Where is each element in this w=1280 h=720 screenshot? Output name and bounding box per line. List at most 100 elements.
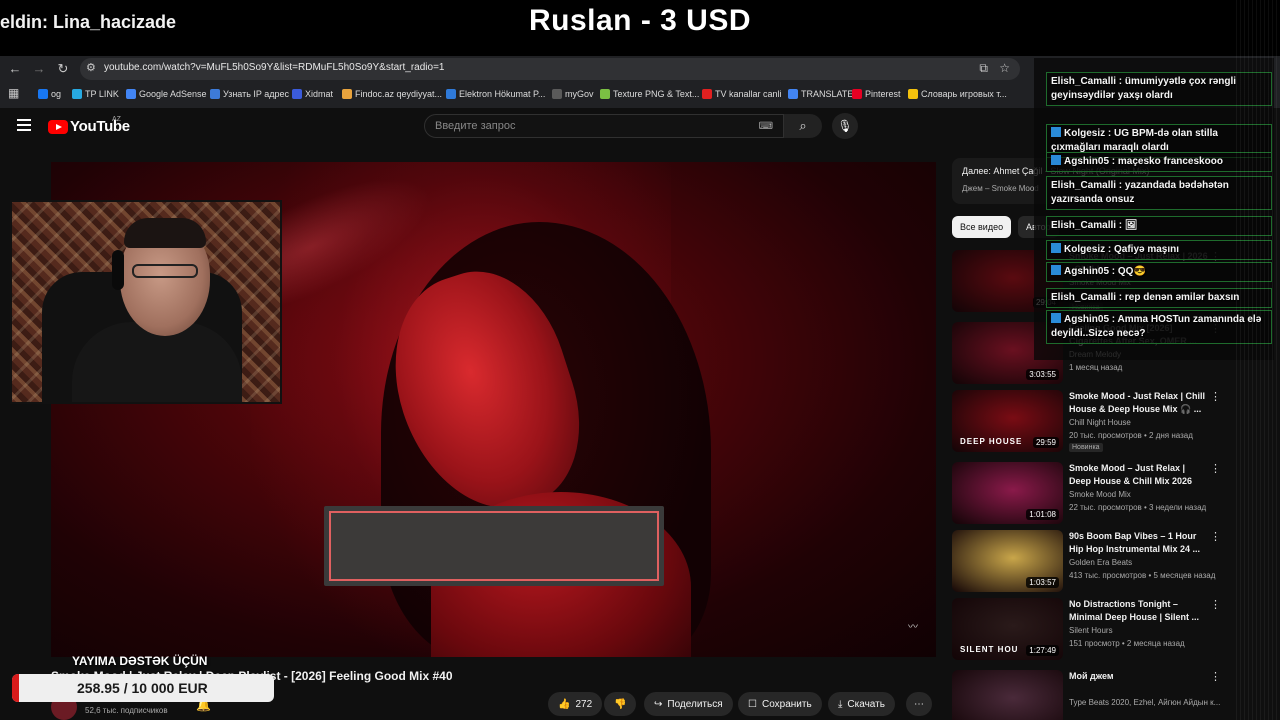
bookmark-item[interactable]: og (38, 87, 61, 101)
share-icon: ↪ (654, 698, 663, 710)
address-bar[interactable]: ⚙ youtube.com/watch?v=MuFL5h0So9Y&list=R… (80, 58, 1020, 80)
bookmark-favicon-icon (852, 89, 862, 99)
recommendation-title: No Distractions Tonight – Minimal Deep H… (1069, 599, 1200, 622)
recommendation-item[interactable]: Мой джем Type Beats 2020, Ezhel, Айгюн Ай… (952, 670, 1272, 720)
recommendation-item[interactable]: 1:01:08 Smoke Mood – Just Relax | Deep Ho… (952, 462, 1272, 526)
chat-message-text: Agshin05 : Amma HOSTun zamanında elə dey… (1051, 314, 1262, 339)
address-url[interactable]: youtube.com/watch?v=MuFL5h0So9Y&list=RDM… (104, 62, 444, 73)
dislike-button[interactable]: 👎 (604, 692, 637, 716)
forward-button[interactable]: → (30, 60, 48, 78)
video-duration: 1:27:49 (1026, 645, 1059, 656)
chat-message-text: Kolgesiz : Qafiyə maşını (1064, 244, 1180, 255)
recommendation-meta: 413 тыс. просмотров • 5 месяцев назад (1069, 571, 1216, 580)
download-button[interactable]: ⤓ Скачать (828, 692, 895, 716)
bookmark-item[interactable]: Google AdSense (126, 87, 207, 101)
recommendation-item[interactable]: SILENT HOU 1:27:49 No Distractions Tonight… (952, 598, 1272, 662)
up-next-sub: Джем – Smoke Mood (962, 184, 1039, 193)
more-vert-icon[interactable]: ⋮ (1210, 390, 1221, 403)
subscriber-count: 52,6 тыс. подписчиков (85, 706, 168, 715)
bookmark-item[interactable]: Findoc.az qeydiyyat... (342, 87, 442, 101)
bookmark-item[interactable]: Узнать IP адрес (210, 87, 289, 101)
recommendation-thumbnail[interactable] (952, 670, 1063, 720)
recommendation-channel: Smoke Mood Mix (1069, 490, 1131, 499)
bookmark-item[interactable]: Elektron Hökumat P... (446, 87, 545, 101)
bookmark-item[interactable]: TRANSLATE (788, 87, 853, 101)
recommendation-item[interactable]: 1:03:57 90s Boom Bap Vibes – 1 Hour Hip H… (952, 530, 1272, 594)
webcam-person-hair (124, 218, 206, 248)
bookmark-label: Findoc.az qeydiyyat... (355, 89, 443, 99)
bookmark-favicon-icon (702, 89, 712, 99)
scanline-overlay (1236, 0, 1280, 720)
bookmark-item[interactable]: Pinterest (852, 87, 901, 101)
bookmark-item[interactable]: Словарь игровых т... (908, 87, 1007, 101)
bookmark-label: Словарь игровых т... (921, 89, 1007, 99)
bookmark-favicon-icon (788, 89, 798, 99)
thumbs-up-icon: 👍 (558, 698, 571, 710)
save-button[interactable]: ☐ Сохранить (738, 692, 822, 716)
bookmark-favicon-icon (72, 89, 82, 99)
alert-box-frame (324, 506, 664, 586)
site-info-icon[interactable]: ⚙ (86, 61, 96, 74)
bookmark-favicon-icon (552, 89, 562, 99)
donation-goal-bar: 258.95 / 10 000 EUR (12, 674, 274, 702)
chat-message-text: Agshin05 : maçesko franceskooo (1064, 156, 1223, 167)
bookmark-favicon-icon (126, 89, 136, 99)
recommendation-meta: 20 тыс. просмотров • 2 дня назад (1069, 431, 1193, 440)
country-code: AZ (112, 116, 121, 123)
search-input[interactable]: Введите запрос ⌨ (424, 114, 784, 138)
chip-all-videos[interactable]: Все видео (952, 216, 1012, 238)
bookmark-item[interactable]: myGov (552, 87, 594, 101)
more-icon: ⋯ (914, 698, 924, 710)
like-button[interactable]: 👍 272 (548, 692, 603, 716)
more-vert-icon[interactable]: ⋮ (1210, 530, 1221, 543)
bookmark-item[interactable]: Texture PNG & Text... (600, 87, 699, 101)
bookmark-item[interactable]: Xidmat (292, 87, 333, 101)
recommendation-thumbnail[interactable]: 1:03:57 (952, 530, 1063, 592)
donation-goal-text: 258.95 / 10 000 EUR (77, 680, 208, 696)
thumbs-down-icon: 👎 (614, 698, 627, 710)
more-vert-icon[interactable]: ⋮ (1210, 462, 1221, 475)
bookmark-label: TV kanallar canli (715, 89, 782, 99)
recommendation-title: Smoke Mood – Just Relax | Deep House & C… (1069, 463, 1193, 486)
reload-button[interactable]: ↻ (54, 60, 72, 78)
more-vert-icon[interactable]: ⋮ (1210, 598, 1221, 611)
recommendation-thumbnail[interactable]: DEEP HOUSE 29:59 (952, 390, 1063, 452)
thumbnail-text: SILENT HOU (960, 645, 1019, 654)
share-button[interactable]: ↪ Поделиться (644, 692, 733, 716)
recommendation-meta: 1 месяц назад (1069, 363, 1123, 372)
back-button[interactable]: ← (6, 60, 24, 78)
bookmark-star-icon[interactable]: ☆ (999, 61, 1010, 75)
recommendation-meta: 151 просмотр • 2 месяца назад (1069, 639, 1185, 648)
mic-icon[interactable]: 🎙 (832, 113, 858, 139)
bookmark-label: Texture PNG & Text... (613, 89, 700, 99)
bookmark-favicon-icon (446, 89, 456, 99)
search-button[interactable]: ⌕ (784, 114, 822, 138)
like-count: 272 (575, 698, 593, 710)
cast-icon[interactable]: ⧉ (979, 61, 988, 76)
bookmark-item[interactable]: TV kanallar canli (702, 87, 782, 101)
platform-icon (1051, 265, 1061, 275)
platform-icon (1051, 127, 1061, 137)
bookmark-item[interactable]: TP LINK (72, 87, 119, 101)
more-vert-icon[interactable]: ⋮ (1210, 670, 1221, 683)
download-label: Скачать (847, 698, 885, 710)
recommendation-item[interactable]: DEEP HOUSE 29:59 Smoke Mood - Just Relax |… (952, 390, 1272, 454)
bookmark-favicon-icon (38, 89, 48, 99)
recommendation-thumbnail[interactable]: SILENT HOU 1:27:49 (952, 598, 1063, 660)
keyboard-icon[interactable]: ⌨ (759, 121, 773, 132)
bookmark-favicon-icon (292, 89, 302, 99)
apps-grid-icon[interactable]: ▦ (8, 86, 19, 100)
bookmark-favicon-icon (210, 89, 220, 99)
stream-top-bar: eldin: Lina_hacizade Ruslan - 3 USD (0, 0, 1280, 56)
more-actions-button[interactable]: ⋯ (906, 692, 932, 716)
bookmark-label: TP LINK (85, 89, 119, 99)
headphones-icon (112, 250, 124, 290)
donation-goal-fill (12, 674, 19, 702)
recommendation-channel: Silent Hours (1069, 626, 1113, 635)
search-placeholder: Введите запрос (435, 120, 516, 132)
menu-icon[interactable] (17, 119, 31, 131)
video-duration: 1:03:57 (1026, 577, 1059, 588)
platform-icon (1051, 313, 1061, 323)
recommendation-title: Smoke Mood - Just Relax | Chill House & … (1069, 391, 1206, 414)
recommendation-thumbnail[interactable]: 1:01:08 (952, 462, 1063, 524)
